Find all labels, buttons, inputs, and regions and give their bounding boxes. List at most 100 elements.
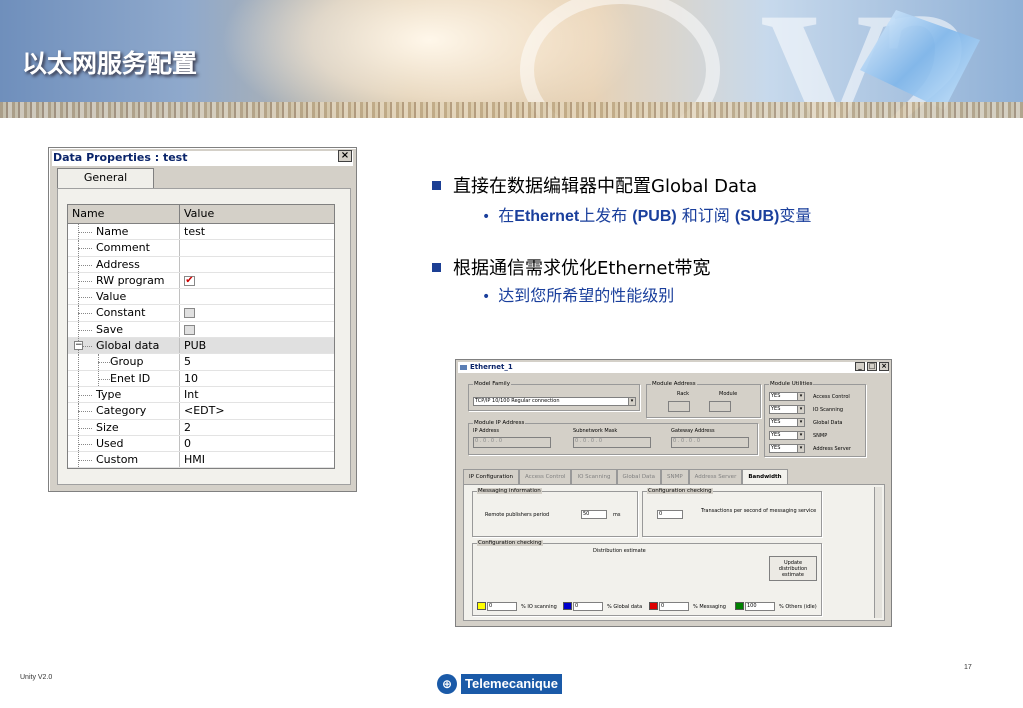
ip-address-field[interactable]: 0 . 0 . 0 . 0: [473, 437, 551, 448]
column-header-name[interactable]: Name: [68, 205, 180, 223]
table-row[interactable]: Enet ID 10: [68, 370, 334, 387]
row-name: Global data: [96, 339, 160, 353]
column-header-value[interactable]: Value: [180, 205, 334, 223]
tab-access-control[interactable]: Access Control: [519, 469, 572, 484]
close-icon[interactable]: ×: [338, 150, 352, 162]
table-row[interactable]: Size 2: [68, 419, 334, 436]
table-row[interactable]: Constant: [68, 305, 334, 322]
row-name-cell: Value: [68, 289, 180, 305]
row-name-cell: Name: [68, 224, 180, 240]
tab-ip-configuration[interactable]: IP Configuration: [463, 469, 519, 484]
panel-scrollbar[interactable]: [874, 487, 882, 618]
tab-snmp[interactable]: SNMP: [660, 469, 689, 484]
sub-bullet-1: • 在Ethernet上发布 (PUB) 和订阅 (SUB)变量: [482, 206, 812, 225]
table-row[interactable]: Name test: [68, 224, 334, 241]
utility-label: Address Server: [813, 446, 851, 452]
row-name: Category: [96, 404, 147, 418]
tree-line: [78, 370, 79, 386]
tree-line: [78, 354, 79, 370]
square-bullet-icon: [432, 181, 441, 190]
transactions-stepper[interactable]: 0: [657, 510, 683, 519]
row-value-cell[interactable]: [180, 257, 334, 272]
utility-select[interactable]: YES ▾: [769, 431, 805, 440]
collapse-icon[interactable]: −: [74, 341, 83, 351]
table-row[interactable]: Category <EDT>: [68, 403, 334, 420]
table-row[interactable]: Value: [68, 289, 334, 306]
utility-select[interactable]: YES ▾: [769, 444, 805, 453]
banner-ring: [520, 0, 720, 118]
table-row[interactable]: Type Int: [68, 386, 334, 404]
utility-select[interactable]: YES ▾: [769, 405, 805, 414]
subnet-mask-field[interactable]: 0 . 0 . 0 . 0: [573, 437, 651, 448]
checkbox-icon[interactable]: [184, 308, 195, 319]
tab-address-server[interactable]: Address Server: [688, 469, 743, 484]
close-icon[interactable]: ×: [879, 362, 889, 371]
row-value-cell[interactable]: [180, 322, 334, 337]
row-name-cell: Constant: [68, 305, 180, 321]
row-name-cell: Save: [68, 321, 180, 338]
row-value-cell[interactable]: test: [180, 224, 334, 239]
bullet-1: 直接在数据编辑器中配置Global Data: [432, 172, 757, 198]
table-row[interactable]: Comment: [68, 240, 334, 257]
module-field[interactable]: [709, 401, 731, 412]
row-value-cell[interactable]: HMI: [180, 452, 334, 467]
checkbox-icon[interactable]: [184, 324, 195, 335]
row-value-cell[interactable]: [180, 305, 334, 320]
row-value: 0: [184, 436, 191, 450]
row-name-cell: Category: [68, 403, 180, 419]
ethernet-tabs: IP Configuration Access Control IO Scannin…: [463, 469, 788, 484]
utility-select[interactable]: YES ▾: [769, 418, 805, 427]
row-name: Save: [96, 322, 124, 336]
row-name-cell: − Global data: [68, 338, 180, 354]
table-row[interactable]: Used 0: [68, 435, 334, 453]
grid-header: Name Value: [68, 205, 334, 224]
row-value-cell[interactable]: 2: [180, 420, 334, 435]
config-checking-group: Configuration checking 0 Transactions pe…: [642, 488, 822, 537]
row-value-cell[interactable]: 5: [180, 354, 334, 369]
row-value: 5: [184, 355, 191, 369]
footer-version: Unity V2.0: [20, 674, 53, 681]
table-row[interactable]: Custom HMI: [68, 452, 334, 469]
tab-global-data[interactable]: Global Data: [616, 469, 661, 484]
checkbox-checked-icon[interactable]: ✔: [184, 275, 195, 286]
row-value-cell[interactable]: <EDT>: [180, 403, 334, 418]
table-row[interactable]: Save: [68, 321, 334, 339]
tab-bandwidth[interactable]: Bandwidth: [742, 469, 788, 484]
distribution-group: Configuration checking Distribution esti…: [472, 540, 822, 616]
row-value-cell[interactable]: Int: [180, 387, 334, 402]
gateway-field[interactable]: 0 . 0 . 0 . 0: [671, 437, 749, 448]
tree-line: [78, 394, 92, 396]
telemecanique-logo: ⊕ Telemecanique: [437, 673, 562, 695]
row-value-cell[interactable]: 0: [180, 436, 334, 451]
data-properties-dialog: Data Properties : test × General attribu…: [48, 147, 357, 492]
model-family-select[interactable]: TCP/IP 10/100 Regular connection ▾: [473, 397, 636, 406]
table-row[interactable]: Address: [68, 256, 334, 273]
table-row[interactable]: Group 5: [68, 354, 334, 371]
row-value-cell[interactable]: 10: [180, 371, 334, 386]
update-distribution-button[interactable]: Update distribution estimate: [769, 556, 817, 581]
row-name: Type: [96, 387, 122, 401]
maximize-icon[interactable]: □: [867, 362, 877, 371]
utility-select[interactable]: YES ▾: [769, 392, 805, 401]
table-row[interactable]: − Global data PUB: [68, 338, 334, 355]
bullet-2-text: 根据通信需求优化Ethernet带宽: [453, 258, 711, 279]
row-value: HMI: [184, 453, 206, 467]
row-value-cell[interactable]: ✔: [180, 273, 334, 288]
rack-field[interactable]: [668, 401, 690, 412]
row-name: Custom: [96, 453, 139, 467]
tab-general-attributes[interactable]: General attributes: [57, 168, 154, 202]
row-value: PUB: [184, 339, 207, 353]
utility-label: Access Control: [813, 394, 850, 400]
tab-io-scanning[interactable]: IO Scanning: [571, 469, 617, 484]
row-value-cell[interactable]: PUB: [180, 338, 334, 353]
chevron-down-icon: ▾: [628, 398, 635, 405]
table-row[interactable]: RW program ✔: [68, 272, 334, 290]
row-value-cell[interactable]: [180, 240, 334, 255]
row-value-cell[interactable]: [180, 289, 334, 304]
remote-publishers-stepper[interactable]: 50: [581, 510, 607, 519]
tree-line: [78, 443, 92, 445]
tree-line: [78, 427, 92, 429]
minimize-icon[interactable]: _: [855, 362, 865, 371]
row-value: 10: [184, 371, 198, 385]
color-swatch: [477, 602, 486, 610]
